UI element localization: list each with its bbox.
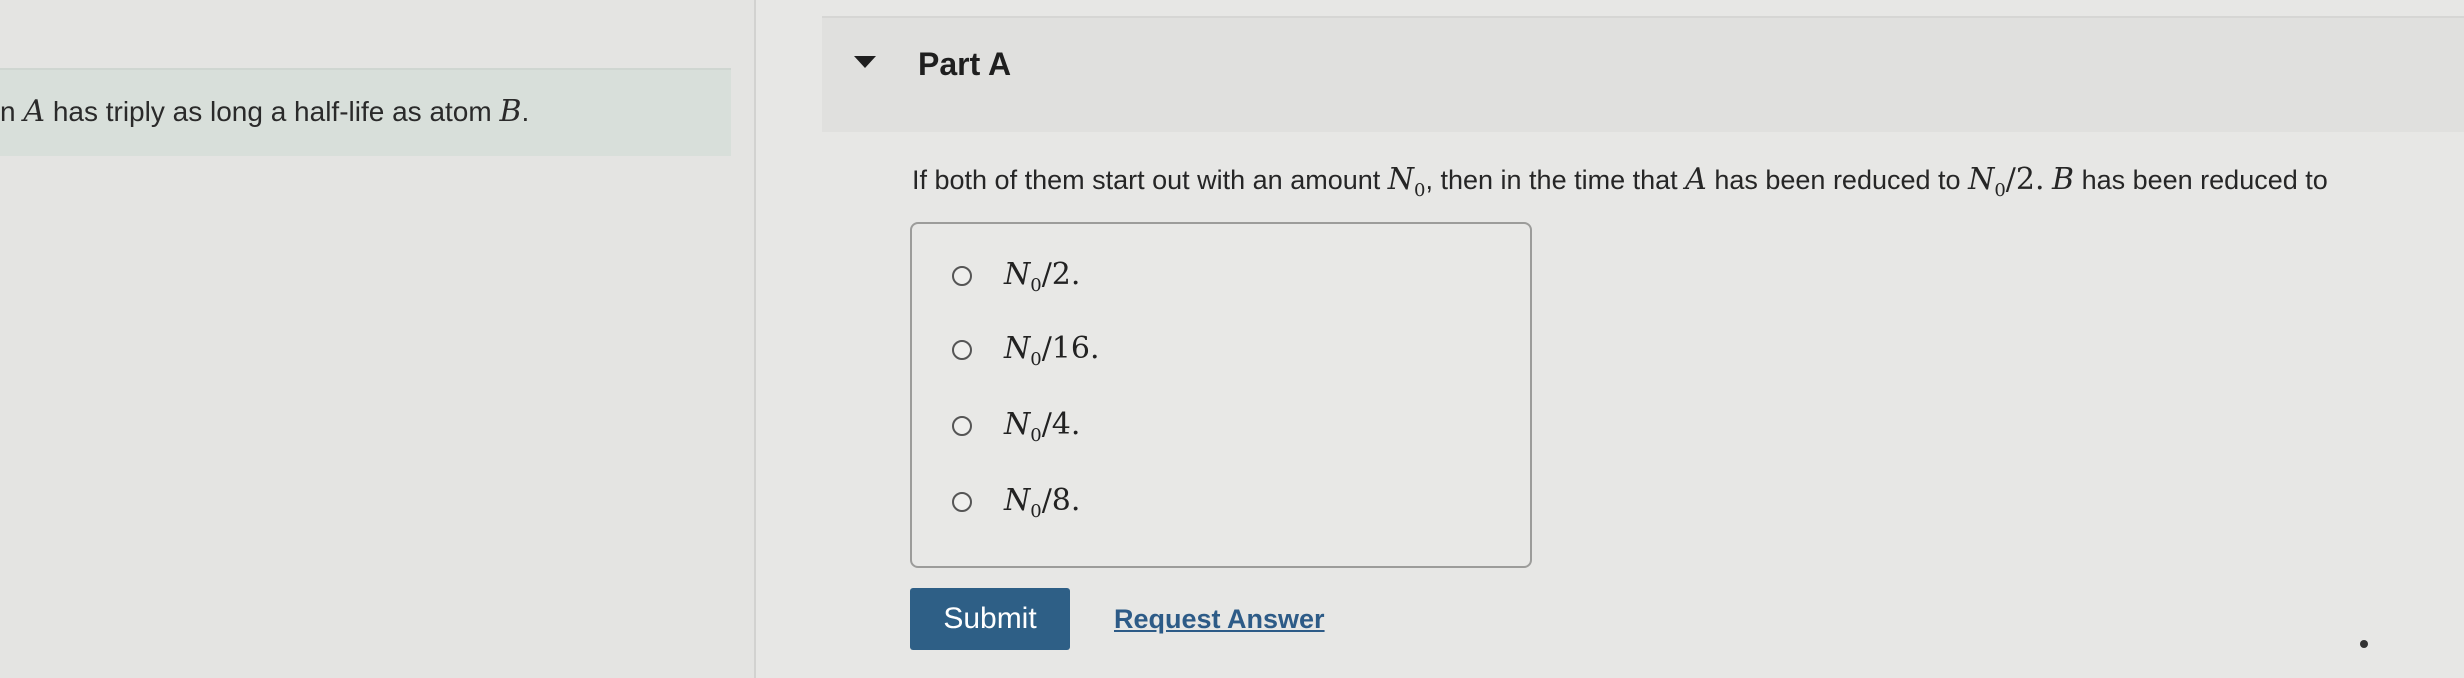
request-answer-link[interactable]: Request Answer [1114, 604, 1325, 635]
problem-prefix: n [0, 96, 16, 127]
radio-button[interactable] [952, 266, 972, 286]
collapse-caret-icon[interactable] [854, 56, 876, 68]
answer-options: N0/2. N0/16. N0/4. N0/8. [910, 222, 1532, 568]
radio-button[interactable] [952, 340, 972, 360]
problem-statement-box: n A has triply as long a half-life as at… [0, 68, 731, 156]
cursor-dot [2360, 640, 2368, 648]
radio-button[interactable] [952, 416, 972, 436]
option-label: N0/2. [1004, 256, 1081, 296]
option-label: N0/4. [1004, 406, 1081, 446]
option-label: N0/16. [1004, 330, 1100, 370]
part-header[interactable] [822, 16, 2464, 132]
question-panel: Part A If both of them start out with an… [756, 0, 2464, 678]
question-text: If both of them start out with an amount… [912, 162, 2328, 201]
radio-button[interactable] [952, 492, 972, 512]
problem-suffix: . [521, 96, 530, 127]
problem-statement: n A has triply as long a half-life as at… [0, 94, 529, 129]
option-n0-over-2[interactable]: N0/2. [952, 256, 1080, 296]
problem-text: has triply as long a half-life as atom [52, 96, 492, 127]
atom-a-symbol: A [23, 94, 46, 129]
submit-button[interactable]: Submit [910, 588, 1070, 650]
option-n0-over-16[interactable]: N0/16. [952, 330, 1100, 370]
option-n0-over-8[interactable]: N0/8. [952, 482, 1080, 522]
problem-panel: n A has triply as long a half-life as at… [0, 0, 754, 678]
atom-b-symbol: B [499, 94, 522, 129]
option-label: N0/8. [1004, 482, 1081, 522]
option-n0-over-4[interactable]: N0/4. [952, 406, 1080, 446]
part-title[interactable]: Part A [918, 46, 1011, 83]
